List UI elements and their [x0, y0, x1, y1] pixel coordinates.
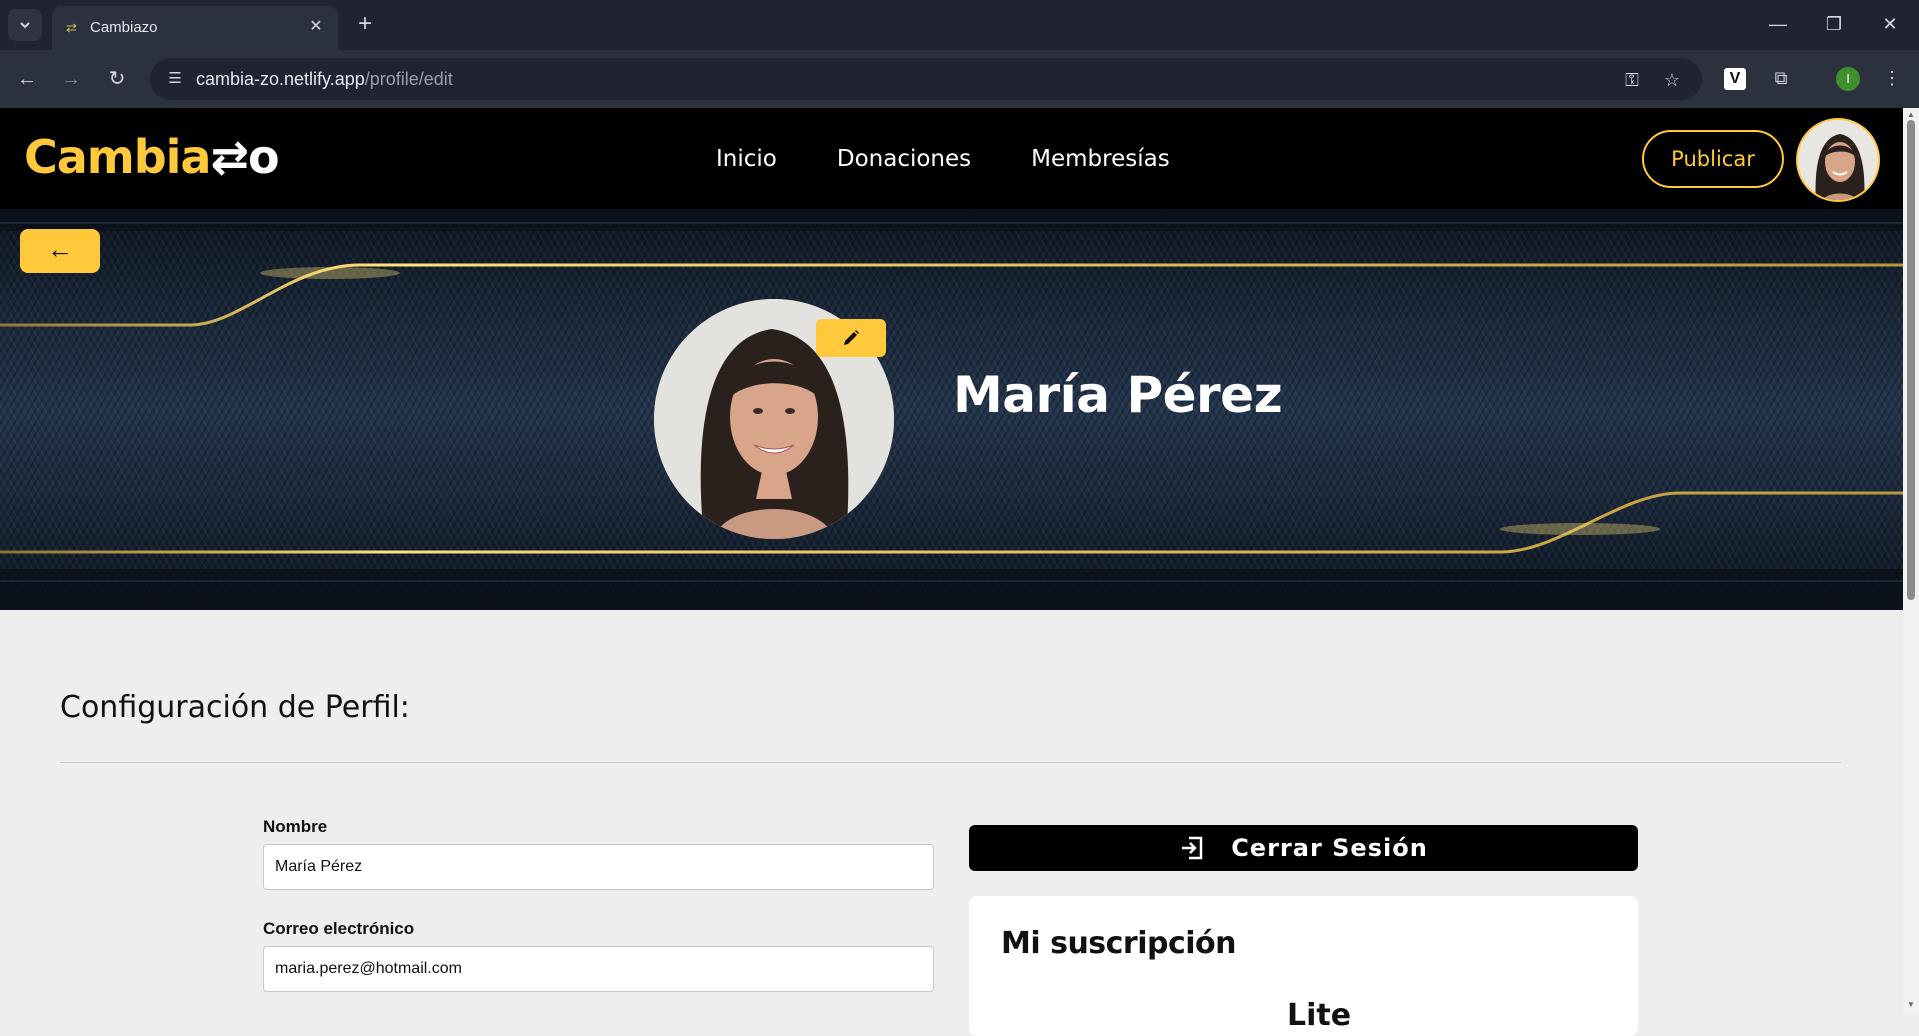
forward-nav-icon[interactable]: →	[56, 64, 86, 94]
logo-text-zo: ⇄o	[210, 130, 279, 184]
logout-label: Cerrar Sesión	[1231, 834, 1428, 862]
edit-photo-button[interactable]	[816, 319, 886, 357]
divider	[60, 762, 1841, 763]
tab-search-button[interactable]	[8, 9, 42, 41]
nav-link-membresias[interactable]: Membresías	[1031, 146, 1170, 172]
avatar-portrait-icon	[1798, 120, 1878, 200]
reload-icon[interactable]: ↻	[102, 64, 132, 94]
scroll-down-icon[interactable]: ▼	[1906, 1000, 1916, 1009]
name-label: Nombre	[263, 817, 328, 836]
browser-tab[interactable]: ⇄ Cambiazo ✕	[52, 6, 338, 50]
chevron-down-icon	[20, 22, 30, 29]
subscription-card: Mi suscripción Lite	[969, 896, 1638, 1036]
tab-title: Cambiazo	[90, 19, 158, 36]
extensions-puzzle-icon[interactable]: ⧉	[1767, 64, 1795, 92]
logout-icon	[1182, 836, 1203, 860]
publish-button[interactable]: Publicar	[1642, 130, 1784, 188]
password-key-icon[interactable]: ⚿	[1620, 68, 1644, 92]
browser-toolbar: ← → ↻ ☰ cambia-zo.netlify.app/profile/ed…	[0, 50, 1919, 108]
minimize-window-button[interactable]: —	[1758, 10, 1798, 38]
address-bar[interactable]: ☰ cambia-zo.netlify.app/profile/edit ⚿ ☆	[150, 58, 1702, 100]
section-title: Configuración de Perfil:	[60, 690, 410, 725]
cambiazo-favicon-icon: ⇄	[66, 20, 77, 35]
extension-v-icon[interactable]: V	[1724, 68, 1746, 90]
profile-banner	[0, 209, 1903, 610]
bookmark-star-icon[interactable]: ☆	[1660, 68, 1684, 92]
browser-menu-icon[interactable]: ⋮	[1878, 64, 1906, 92]
logo-text-cambia: Cambia	[24, 130, 211, 184]
email-label: Correo electrónico	[263, 919, 415, 938]
scroll-thumb[interactable]	[1907, 120, 1915, 600]
main-nav: Inicio Donaciones Membresías	[716, 146, 1170, 172]
restore-window-button[interactable]: ❐	[1814, 10, 1854, 38]
nav-link-donaciones[interactable]: Donaciones	[837, 146, 971, 172]
close-tab-icon[interactable]: ✕	[306, 17, 326, 37]
profile-name: María Pérez	[953, 366, 1283, 424]
site-settings-icon[interactable]: ☰	[164, 69, 186, 89]
cambiazo-logo[interactable]: Cambia⇄o	[24, 130, 280, 184]
nav-link-inicio[interactable]: Inicio	[716, 146, 777, 172]
email-field[interactable]	[263, 946, 934, 992]
logout-button[interactable]: Cerrar Sesión	[969, 825, 1638, 871]
pencil-icon	[844, 330, 859, 345]
subscription-title: Mi suscripción	[1001, 926, 1237, 961]
scroll-up-icon[interactable]: ▲	[1906, 110, 1916, 119]
subscription-plan: Lite	[1287, 998, 1352, 1033]
banner-decoration	[0, 209, 1903, 610]
back-nav-icon[interactable]: ←	[12, 64, 42, 94]
browser-profile-avatar[interactable]: I	[1836, 67, 1860, 91]
browser-tab-bar: ⇄ Cambiazo ✕ + — ❐ ✕	[0, 0, 1919, 50]
site-header: Cambia⇄o Inicio Donaciones Membresías Pu…	[0, 108, 1903, 209]
new-tab-button[interactable]: +	[352, 11, 378, 37]
name-field[interactable]	[263, 844, 934, 890]
user-avatar[interactable]	[1796, 118, 1880, 202]
page-scrollbar[interactable]: ▲ ▼	[1903, 108, 1919, 1014]
back-button[interactable]: ←	[20, 229, 100, 273]
url-text: cambia-zo.netlify.app/profile/edit	[196, 69, 453, 89]
close-window-button[interactable]: ✕	[1870, 10, 1910, 38]
